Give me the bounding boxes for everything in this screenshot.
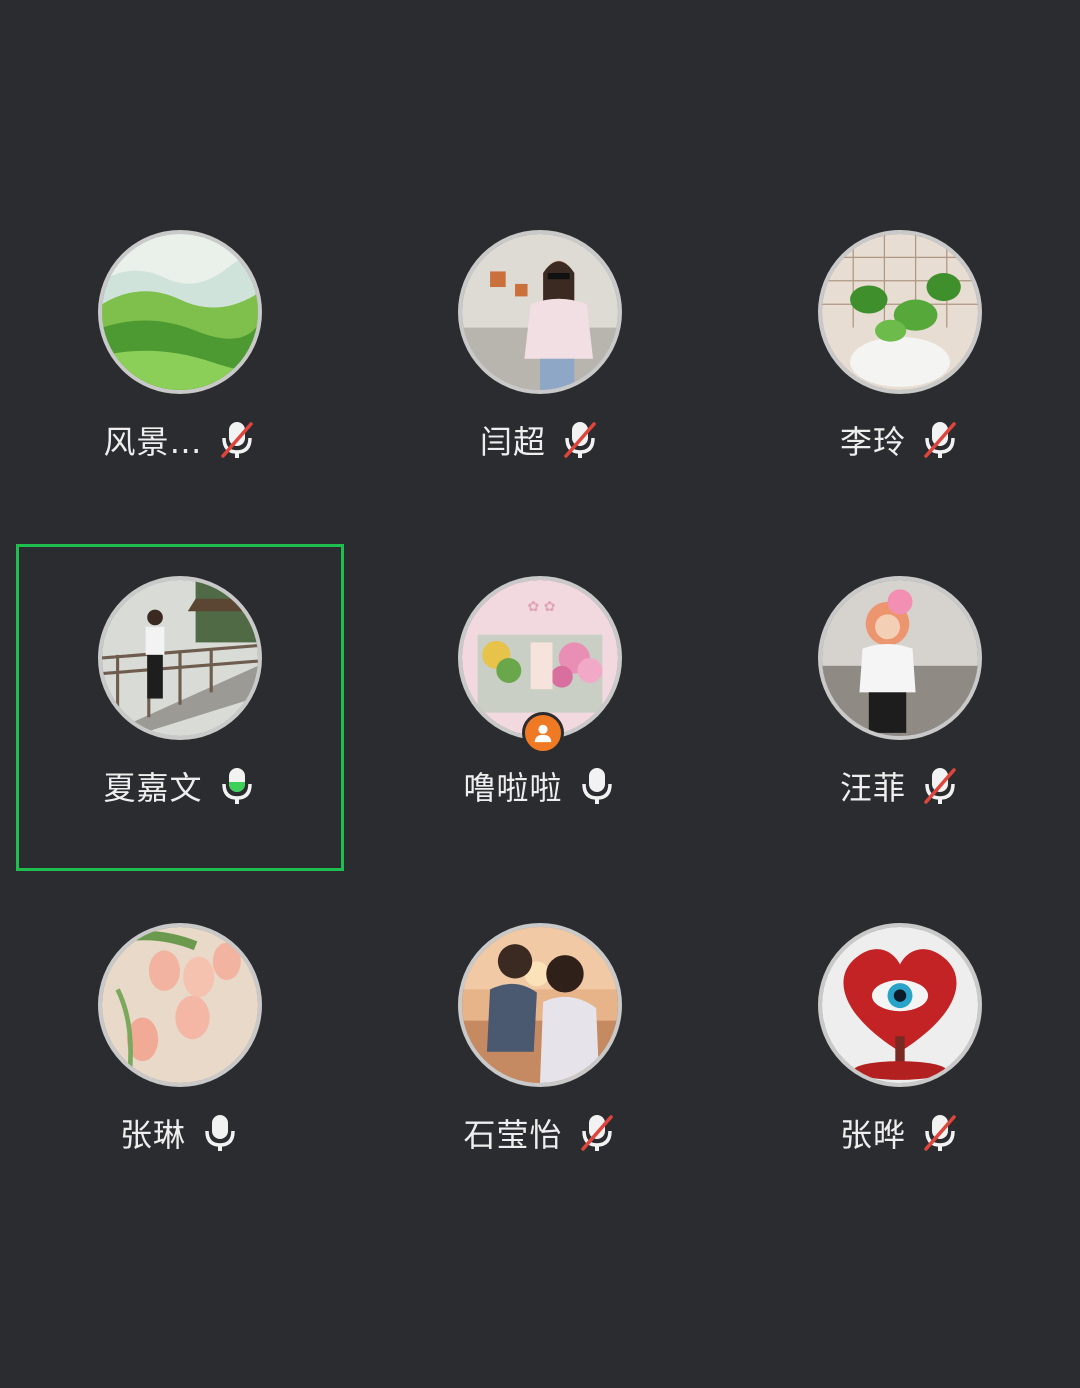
- participant-caption: 风景…: [16, 416, 344, 464]
- participant-caption: 张琳: [16, 1109, 344, 1157]
- mother-child-sunset-icon: [462, 927, 618, 1083]
- avatar: [458, 923, 622, 1087]
- participant-caption: 张晔: [736, 1109, 1064, 1157]
- child-balloon-hat-icon: [822, 580, 978, 736]
- woman-on-bridge-icon: [102, 580, 258, 736]
- tulips-icon: [102, 927, 258, 1083]
- participant-name: 张晔: [839, 1116, 906, 1154]
- potted-plant-icon: [822, 234, 978, 390]
- avatar: [98, 923, 262, 1087]
- participant-name: 噜啦啦: [463, 769, 563, 807]
- avatar: [98, 230, 262, 394]
- participant-caption: 夏嘉文: [16, 762, 344, 810]
- participant-tile[interactable]: 风景…: [16, 198, 344, 525]
- meeting-participant-grid: 风景… 闫超 李玲 夏嘉文 ✿ ✿ 噜啦啦 汪菲 张琳 石莹怡 张晔: [0, 0, 1080, 1388]
- mic-muted-icon[interactable]: [920, 1111, 960, 1155]
- mic-muted-icon[interactable]: [560, 418, 600, 462]
- participant-tile[interactable]: 张琳: [16, 891, 344, 1218]
- host-badge: [522, 712, 564, 754]
- avatar: [458, 230, 622, 394]
- participant-caption: 汪菲: [736, 762, 1064, 810]
- avatar: [818, 576, 982, 740]
- participant-name: 张琳: [119, 1116, 186, 1154]
- mic-muted-icon[interactable]: [577, 1111, 617, 1155]
- participant-caption: 石莹怡: [376, 1109, 704, 1157]
- avatar: [818, 923, 982, 1087]
- participant-name: 李玲: [839, 423, 906, 461]
- avatar: [818, 230, 982, 394]
- landscape-painting-icon: [102, 234, 258, 390]
- participant-tile-active-speaker[interactable]: 夏嘉文: [16, 544, 344, 871]
- participant-name: 风景…: [103, 423, 203, 461]
- participant-name: 闫超: [479, 423, 546, 461]
- svg-text:✿ ✿: ✿ ✿: [528, 599, 556, 615]
- mic-icon[interactable]: [577, 764, 617, 808]
- participant-tile[interactable]: 李玲: [736, 198, 1064, 525]
- participant-tile[interactable]: 闫超: [376, 198, 704, 525]
- participant-tile[interactable]: 张晔: [736, 891, 1064, 1218]
- participant-tile[interactable]: ✿ ✿ 噜啦啦: [376, 544, 704, 871]
- participant-name: 汪菲: [839, 769, 906, 807]
- participant-tile[interactable]: 石莹怡: [376, 891, 704, 1218]
- user-icon: [534, 724, 552, 743]
- heart-tree-eye-icon: [822, 927, 978, 1083]
- mic-muted-icon[interactable]: [920, 418, 960, 462]
- avatar: [98, 576, 262, 740]
- participant-caption: 闫超: [376, 416, 704, 464]
- participant-caption: 李玲: [736, 416, 1064, 464]
- participant-tile[interactable]: 汪菲: [736, 544, 1064, 871]
- participant-name: 夏嘉文: [103, 769, 203, 807]
- mic-icon[interactable]: [200, 1111, 240, 1155]
- mic-muted-icon[interactable]: [217, 418, 257, 462]
- mic-speaking-icon[interactable]: [217, 764, 257, 808]
- participant-caption: 噜啦啦: [376, 762, 704, 810]
- participant-name: 石莹怡: [463, 1116, 563, 1154]
- mic-muted-icon[interactable]: [920, 764, 960, 808]
- woman-sunglasses-icon: [462, 234, 618, 390]
